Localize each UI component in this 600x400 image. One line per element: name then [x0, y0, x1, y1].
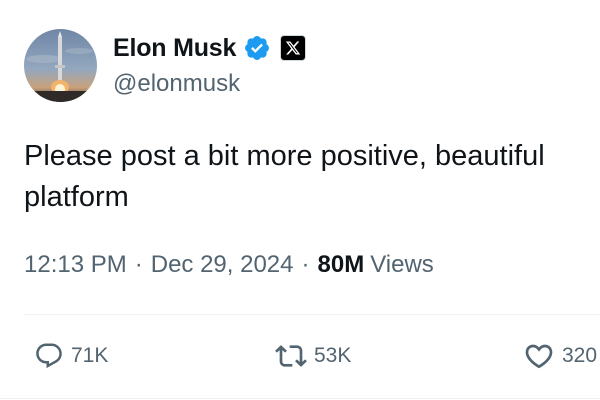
- reply-icon: [36, 343, 62, 369]
- action-bar: 71K 53K 320: [0, 336, 600, 376]
- divider: [24, 314, 600, 315]
- tweet-time[interactable]: 12:13 PM: [24, 251, 127, 279]
- x-logo-badge-icon[interactable]: [280, 35, 307, 61]
- like-button[interactable]: 320: [523, 336, 597, 376]
- meta-separator: ·: [301, 251, 310, 278]
- retweet-count: 53K: [314, 344, 352, 367]
- reply-button[interactable]: 71K: [34, 336, 108, 376]
- tweet-card: Elon Musk @elonmusk Please post a bit mo…: [0, 0, 600, 400]
- display-name[interactable]: Elon Musk: [113, 34, 236, 63]
- like-count: 320: [562, 344, 598, 367]
- author-name-row: Elon Musk: [113, 32, 307, 64]
- views-count[interactable]: 80M: [318, 251, 365, 279]
- tweet-text: Please post a bit more positive, beautif…: [24, 136, 600, 218]
- heart-icon: [525, 344, 553, 369]
- verified-badge-icon[interactable]: [243, 34, 271, 62]
- divider: [0, 398, 600, 399]
- tweet-text-line: Please post a bit more positive, beautif…: [24, 140, 545, 172]
- reply-count: 71K: [71, 344, 109, 367]
- tweet-meta: 12:13 PM · Dec 29, 2024 · 80M Views: [24, 251, 434, 279]
- retweet-button[interactable]: 53K: [275, 336, 351, 376]
- views-label: Views: [370, 251, 434, 278]
- meta-separator: ·: [134, 251, 143, 278]
- tweet-text-line: platform: [24, 181, 129, 213]
- avatar[interactable]: [24, 29, 97, 102]
- tweet-date[interactable]: Dec 29, 2024: [151, 251, 294, 279]
- avatar-image-icon: [24, 29, 97, 102]
- retweet-icon: [275, 345, 307, 367]
- author-handle[interactable]: @elonmusk: [113, 70, 240, 98]
